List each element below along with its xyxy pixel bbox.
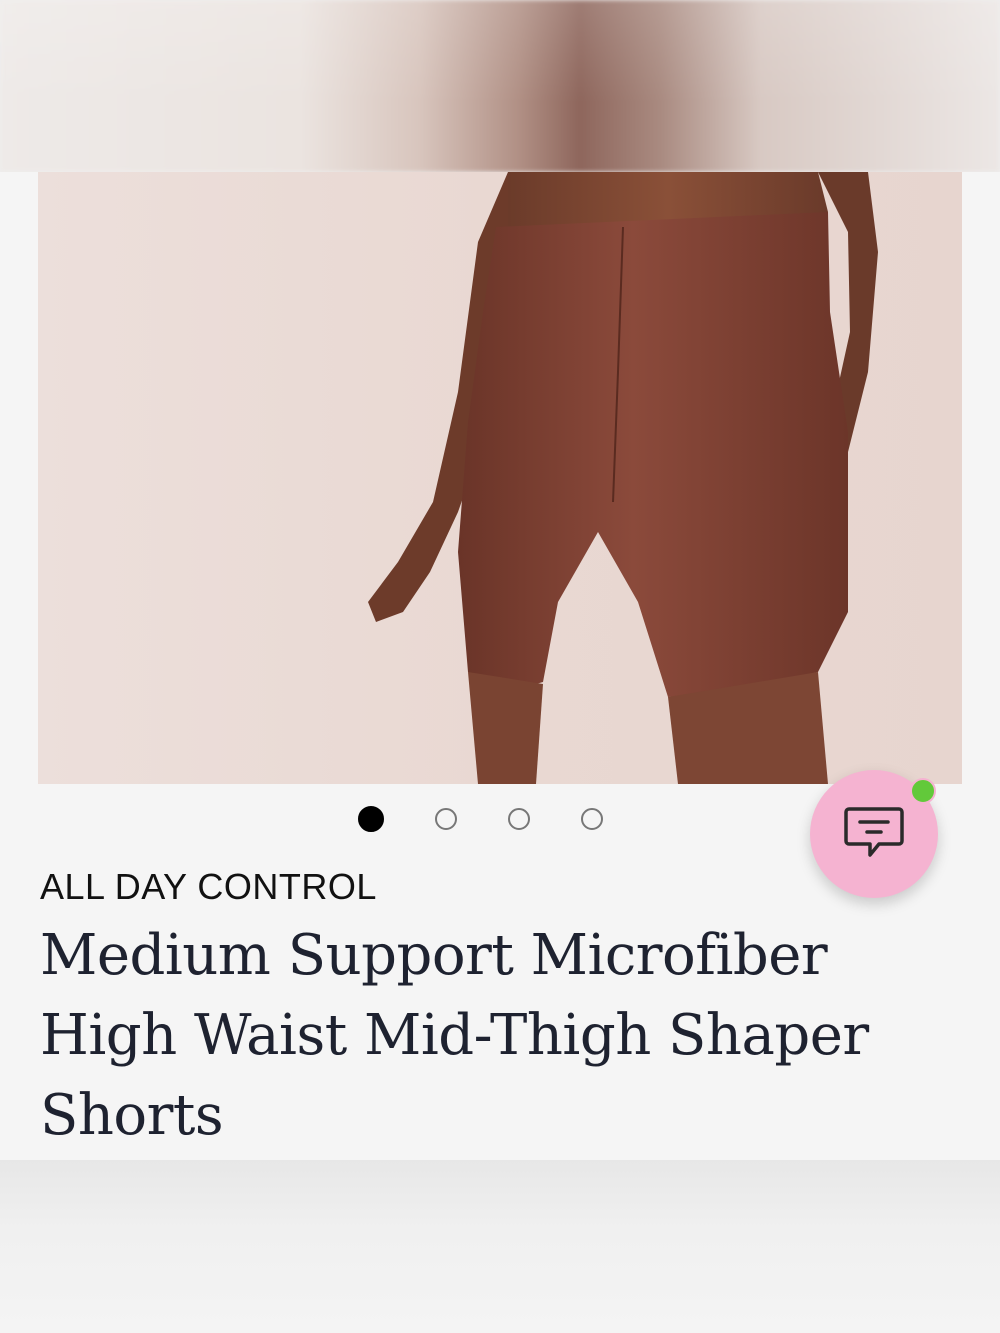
bottom-fade-area — [0, 1160, 1000, 1333]
blurred-header-image — [0, 0, 1000, 172]
carousel-indicator — [358, 806, 603, 832]
product-brand: ALL DAY CONTROL — [40, 866, 377, 907]
product-photo-illustration — [368, 172, 878, 784]
carousel-dot-4[interactable] — [581, 808, 603, 830]
carousel-dot-1[interactable] — [358, 806, 384, 832]
product-title: Medium Support Microfiber High Waist Mid… — [40, 923, 869, 1148]
product-image[interactable] — [38, 172, 962, 784]
carousel-dot-2[interactable] — [435, 808, 457, 830]
online-status-indicator — [910, 778, 936, 804]
carousel-dot-3[interactable] — [508, 808, 530, 830]
chat-icon — [844, 807, 904, 857]
product-card: ALL DAY CONTROL Medium Support Microfibe… — [0, 172, 1000, 1160]
